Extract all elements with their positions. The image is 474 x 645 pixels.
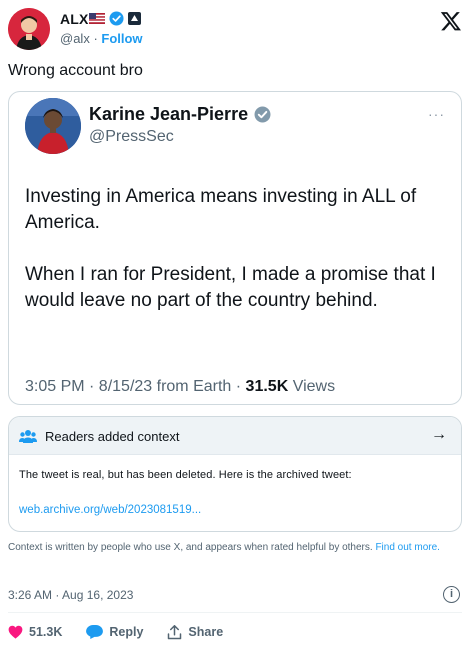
- views-label: Views: [288, 378, 336, 395]
- handle-separator: ·: [89, 31, 102, 46]
- share-label: Share: [188, 625, 224, 639]
- reply-label: Reply: [109, 625, 144, 639]
- author-handle-row: @alx · Follow: [60, 31, 143, 46]
- quoted-author-avatar[interactable]: [25, 98, 81, 154]
- community-note-header[interactable]: Readers added context →: [9, 417, 461, 455]
- reply-button[interactable]: Reply: [86, 625, 143, 639]
- info-icon[interactable]: i: [443, 586, 460, 603]
- author-avatar[interactable]: [8, 8, 50, 50]
- find-out-more-link[interactable]: Find out more.: [375, 542, 439, 553]
- action-bar: 51.3K Reply Share: [8, 622, 247, 642]
- x-logo-icon[interactable]: [440, 10, 462, 32]
- quoted-tweet-meta: 3:05 PM · 8/15/23 from Earth · 31.5K Vie…: [25, 378, 335, 396]
- quoted-name-row: Karine Jean-Pierre: [89, 104, 271, 125]
- follow-button[interactable]: Follow: [101, 31, 142, 46]
- affiliate-badge-icon: [128, 12, 141, 25]
- tweet-text: Wrong account bro: [8, 62, 143, 79]
- us-flag-icon: [89, 13, 105, 24]
- community-note: Readers added context → The tweet is rea…: [8, 416, 462, 532]
- community-note-text: The tweet is real, but has been deleted.…: [19, 469, 352, 481]
- quoted-timestamp[interactable]: 3:05 PM · 8/15/23 from Earth ·: [25, 378, 246, 395]
- share-button[interactable]: Share: [167, 624, 224, 640]
- author-name[interactable]: ALX: [60, 11, 89, 27]
- tweet-timestamp[interactable]: 3:26 AM · Aug 16, 2023: [8, 588, 133, 602]
- quoted-author-name[interactable]: Karine Jean-Pierre: [89, 104, 248, 125]
- quoted-author-handle[interactable]: @PressSec: [89, 128, 174, 146]
- name-badges: [89, 11, 141, 26]
- quoted-paragraph: Investing in America means investing in …: [25, 186, 417, 233]
- people-icon: [19, 430, 37, 443]
- views-count: 31.5K: [245, 378, 289, 395]
- share-icon: [168, 624, 182, 639]
- government-badge-icon: [254, 106, 271, 123]
- more-options-icon[interactable]: ···: [428, 106, 445, 122]
- heart-icon: [8, 625, 23, 639]
- notes-footer-text: Context is written by people who use X, …: [8, 542, 373, 553]
- like-count: 51.3K: [29, 625, 63, 639]
- quoted-tweet-card[interactable]: Karine Jean-Pierre @PressSec ··· Investi…: [8, 91, 462, 405]
- like-button[interactable]: 51.3K: [8, 625, 62, 639]
- reply-bubble-icon: [86, 625, 104, 639]
- notes-footer: Context is written by people who use X, …: [8, 541, 462, 555]
- quoted-tweet-body: Investing in America means investing in …: [25, 184, 455, 314]
- tweet-header: ALX @alx · Follow: [8, 8, 466, 50]
- community-note-title: Readers added context: [45, 429, 180, 444]
- arrow-right-icon[interactable]: →: [431, 426, 447, 444]
- archive-link[interactable]: web.archive.org/web/2023081519...: [19, 504, 201, 516]
- author-handle[interactable]: @alx: [60, 31, 90, 46]
- quoted-paragraph: When I ran for President, I made a promi…: [25, 264, 436, 311]
- verified-badge-icon: [109, 11, 124, 26]
- divider: [8, 612, 462, 613]
